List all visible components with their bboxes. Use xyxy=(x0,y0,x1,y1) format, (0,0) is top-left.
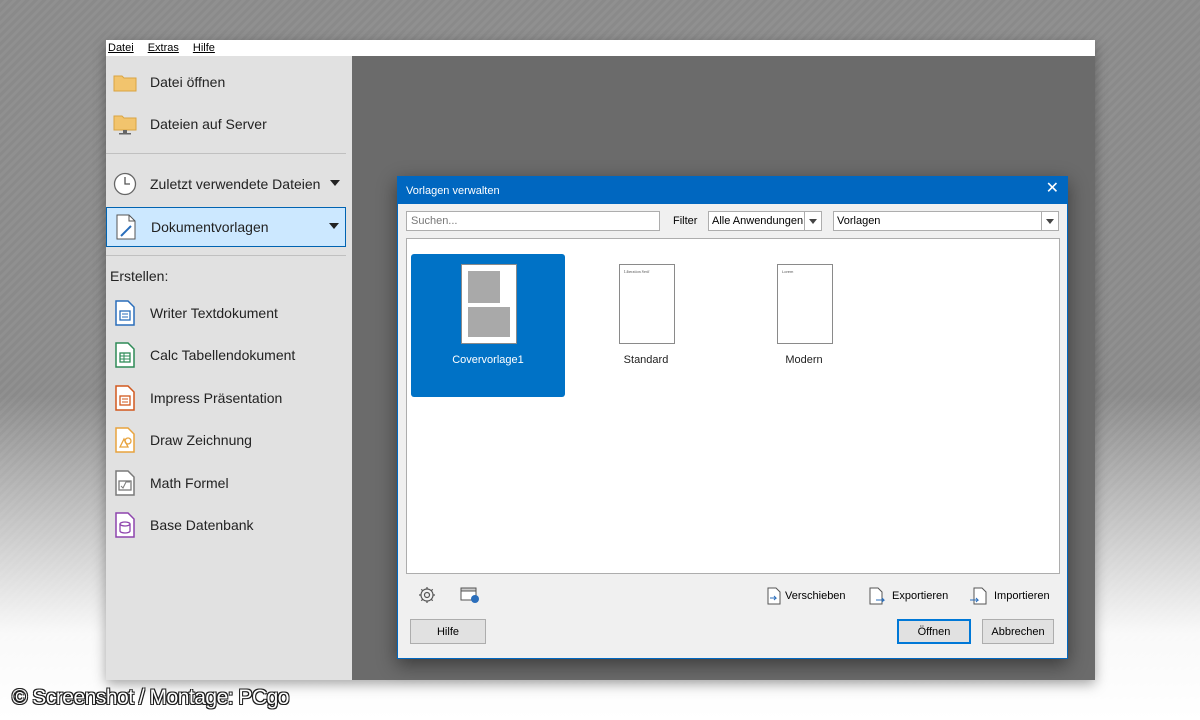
category-value: Vorlagen xyxy=(837,215,881,227)
create-base-label: Base Datenbank xyxy=(150,517,254,533)
search-input[interactable]: Suchen... xyxy=(406,211,660,231)
template-thumbnail: Lorem xyxy=(777,264,833,344)
math-icon xyxy=(112,470,138,496)
create-base-button[interactable]: Base Datenbank xyxy=(110,506,346,544)
create-writer-button[interactable]: Writer Textdokument xyxy=(110,294,346,332)
menu-datei[interactable]: Datei xyxy=(108,42,134,54)
template-item[interactable]: Covervorlage1 xyxy=(411,254,565,397)
dialog-title: Vorlagen verwalten xyxy=(406,185,500,197)
create-calc-label: Calc Tabellendokument xyxy=(150,347,296,363)
calc-icon xyxy=(112,342,138,368)
create-math-button[interactable]: Math Formel xyxy=(110,464,346,502)
close-icon[interactable]: ✕ xyxy=(1046,181,1059,197)
template-name: Modern xyxy=(785,354,823,366)
template-thumbnail: Liberation Serif xyxy=(619,264,675,344)
create-calc-button[interactable]: Calc Tabellendokument xyxy=(110,336,346,374)
sidebar-divider xyxy=(106,153,346,154)
remote-files-button[interactable]: Dateien auf Server xyxy=(110,105,346,143)
recent-files-button[interactable]: Zuletzt verwendete Dateien xyxy=(110,165,346,203)
online-templates-icon[interactable] xyxy=(460,586,480,604)
thumbnail-text: Lorem xyxy=(782,269,794,274)
create-draw-button[interactable]: Draw Zeichnung xyxy=(110,421,346,459)
open-file-button[interactable]: Datei öffnen xyxy=(110,63,346,101)
chevron-down-icon[interactable] xyxy=(329,223,339,229)
writer-icon xyxy=(112,300,138,326)
manage-templates-dialog: Vorlagen verwalten ✕ Suchen... Filter Al… xyxy=(397,176,1068,659)
server-folder-icon xyxy=(112,111,138,137)
templates-label: Dokumentvorlagen xyxy=(151,219,269,235)
export-button[interactable]: Exportieren xyxy=(868,587,948,605)
thumbnail-text: Liberation Serif xyxy=(624,269,650,274)
folder-icon xyxy=(112,69,138,95)
template-document-icon xyxy=(113,214,139,240)
help-button[interactable]: Hilfe xyxy=(410,619,486,644)
remote-files-label: Dateien auf Server xyxy=(150,116,267,132)
create-draw-label: Draw Zeichnung xyxy=(150,432,252,448)
open-button[interactable]: Öffnen xyxy=(897,619,971,644)
template-thumbnail xyxy=(461,264,517,344)
move-button[interactable]: Verschieben xyxy=(766,587,846,605)
chevron-down-icon[interactable] xyxy=(804,212,821,230)
application-filter-value: Alle Anwendungen xyxy=(712,215,804,227)
template-item[interactable]: Liberation Serif Standard xyxy=(569,254,723,397)
copyright-watermark: © Screenshot / Montage: PCgo xyxy=(12,686,289,709)
menu-hilfe[interactable]: Hilfe xyxy=(193,42,215,54)
application-filter-select[interactable]: Alle Anwendungen xyxy=(708,211,822,231)
dialog-titlebar: Vorlagen verwalten ✕ xyxy=(398,177,1067,204)
menu-bar: Datei Extras Hilfe xyxy=(106,40,1095,56)
recent-files-label: Zuletzt verwendete Dateien xyxy=(150,176,321,192)
template-name: Covervorlage1 xyxy=(452,354,524,366)
chevron-down-icon[interactable] xyxy=(1041,212,1058,230)
create-heading: Erstellen: xyxy=(110,268,169,284)
import-button[interactable]: Importieren xyxy=(970,587,1050,605)
templates-button[interactable]: Dokumentvorlagen xyxy=(106,207,346,247)
move-icon xyxy=(767,587,781,605)
template-name: Standard xyxy=(623,354,669,366)
settings-gear-icon[interactable] xyxy=(418,586,436,604)
category-select[interactable]: Vorlagen xyxy=(833,211,1059,231)
create-impress-button[interactable]: Impress Präsentation xyxy=(110,379,346,417)
clock-icon xyxy=(112,171,138,197)
export-label: Exportieren xyxy=(892,590,949,602)
move-label: Verschieben xyxy=(785,590,846,602)
template-item[interactable]: Lorem Modern xyxy=(727,254,881,397)
sidebar-divider xyxy=(106,255,346,256)
menu-extras[interactable]: Extras xyxy=(148,42,179,54)
draw-icon xyxy=(112,427,138,453)
import-label: Importieren xyxy=(994,590,1050,602)
base-icon xyxy=(112,512,138,538)
create-math-label: Math Formel xyxy=(150,475,229,491)
template-view: Covervorlage1 Liberation Serif Standard … xyxy=(406,238,1060,574)
import-icon xyxy=(970,587,987,605)
impress-icon xyxy=(112,385,138,411)
create-writer-label: Writer Textdokument xyxy=(150,305,278,321)
open-file-label: Datei öffnen xyxy=(150,74,226,90)
export-icon xyxy=(869,587,886,605)
cancel-button[interactable]: Abbrechen xyxy=(982,619,1054,644)
create-impress-label: Impress Präsentation xyxy=(150,390,283,406)
sidebar: Datei öffnen Dateien auf Server Zuletzt … xyxy=(106,56,352,680)
chevron-down-icon[interactable] xyxy=(330,180,340,186)
filter-label: Filter xyxy=(673,215,698,227)
